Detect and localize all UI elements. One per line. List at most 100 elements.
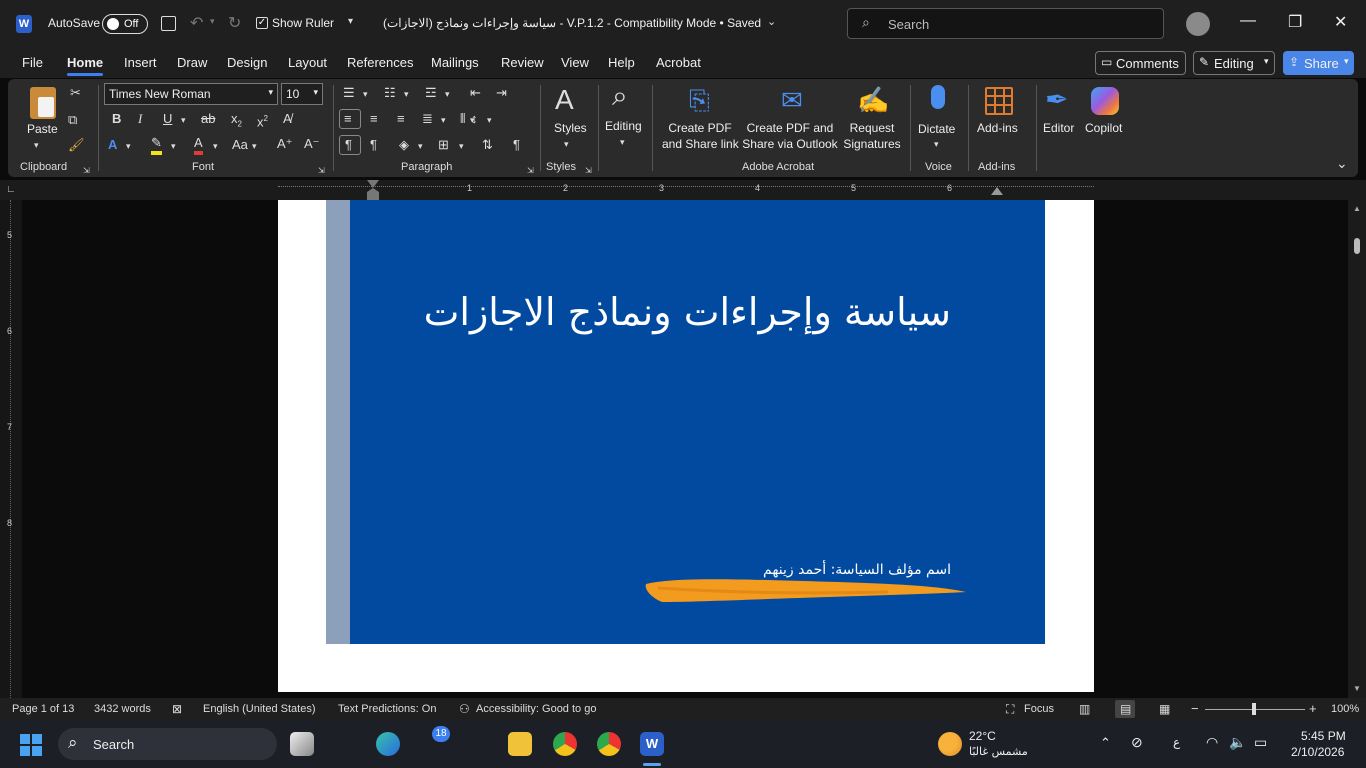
vertical-scrollbar[interactable]: ▲ ▼ [1348,200,1366,698]
chrome-icon[interactable] [553,732,577,756]
collapse-ribbon-icon[interactable]: ⌄ [1336,155,1348,171]
create-pdf-label-1[interactable]: Create PDF [662,120,738,136]
tab-references[interactable]: References [347,55,413,70]
clock-date[interactable]: 2/10/2026 [1291,745,1344,759]
editing-mode-button[interactable]: ✎ Editing ▾ [1193,51,1275,75]
microphone-icon[interactable] [931,85,945,109]
rtl-icon[interactable]: ¶ [370,137,377,153]
show-marks-icon[interactable]: ¶ [513,137,520,153]
bullets-dropdown-icon[interactable]: ▾ [363,86,368,102]
indent-marker-icon[interactable] [367,180,379,200]
language-status[interactable]: English (United States) [203,703,316,715]
underline-dropdown-icon[interactable]: ▾ [181,112,186,128]
undo-dropdown-icon[interactable]: ▾ [210,16,215,27]
share-button[interactable]: ⇪ Share ▾ [1283,51,1354,75]
signatures-label-2[interactable]: Signatures [842,136,902,152]
word-count[interactable]: 3432 words [94,703,151,715]
add-ins-label[interactable]: Add-ins [977,120,1018,136]
signatures-label-1[interactable]: Request [842,120,902,136]
cut-icon[interactable]: ✂ [70,85,81,101]
italic-icon[interactable]: I [138,111,142,127]
tab-insert[interactable]: Insert [124,55,157,70]
font-color-dropdown-icon[interactable]: ▾ [213,138,218,154]
dictate-label[interactable]: Dictate [918,121,955,137]
change-case-icon[interactable]: Aa [232,137,248,153]
paste-icon[interactable] [30,87,56,119]
search-box[interactable]: ⌕ Search [847,8,1164,39]
clear-formatting-icon[interactable]: A̸ [283,111,292,127]
zoom-level[interactable]: 100% [1331,703,1359,715]
zoom-slider-thumb[interactable] [1252,703,1256,715]
bullets-icon[interactable]: ☰ [343,85,355,101]
font-color-icon[interactable]: A [194,135,203,155]
shading-dropdown-icon[interactable]: ▾ [418,138,423,154]
copilot-icon[interactable] [1091,87,1119,115]
right-indent-marker-icon[interactable] [991,187,1003,195]
copy-icon[interactable]: ⧉ [68,112,77,128]
font-size-select[interactable]: 10 ▾ [281,83,323,105]
zoom-out-icon[interactable]: − [1191,701,1199,716]
share-outlook-icon[interactable]: ✉ [781,85,803,115]
styles-icon[interactable]: A [555,85,574,115]
accessibility-status[interactable]: Accessibility: Good to go [476,703,596,715]
create-pdf-label-2[interactable]: and Share link [662,136,739,152]
outlook-label-2[interactable]: Share via Outlook [742,136,838,152]
styles-button-label[interactable]: Styles [554,120,587,136]
tab-view[interactable]: View [561,55,589,70]
text-predictions-status[interactable]: Text Predictions: On [338,703,436,715]
notification-badge[interactable]: 18 [432,726,450,742]
undo-icon[interactable]: ↶ [190,13,203,33]
scroll-up-icon[interactable]: ▲ [1353,204,1361,213]
request-signatures-icon[interactable]: ✍ [857,85,889,115]
web-layout-icon[interactable]: ▦ [1159,702,1170,716]
outlook-label-1[interactable]: Create PDF and [742,120,838,136]
editing-dropdown-icon[interactable]: ▾ [620,134,625,150]
scroll-down-icon[interactable]: ▼ [1353,684,1361,693]
document-title[interactable]: (الاجازات) سياسة وإجراءات ونماذج - V.P.1… [383,16,761,30]
grow-font-icon[interactable]: A⁺ [277,136,293,152]
zoom-in-icon[interactable]: + [1309,701,1317,716]
numbering-icon[interactable]: ☷ [384,85,396,101]
justify-dropdown-icon[interactable]: ▾ [441,112,446,128]
dictate-dropdown-icon[interactable]: ▾ [934,136,939,152]
borders-icon[interactable]: ⊞ [438,137,449,153]
editor-label[interactable]: Editor [1043,120,1074,136]
weather-desc[interactable]: مشمس غالبًا [969,745,1028,758]
columns-icon[interactable]: ⫴ [460,111,465,127]
redo-icon[interactable]: ↻ [228,13,241,33]
customize-toolbar-icon[interactable]: ▾ [348,16,353,27]
proofing-icon[interactable]: ⊠ [172,702,182,716]
battery-icon[interactable]: ▭ [1254,734,1267,751]
maximize-icon[interactable]: ❐ [1288,12,1302,32]
create-pdf-icon[interactable]: ⎘ [689,85,710,115]
chrome-profile-icon[interactable] [597,732,621,756]
borders-dropdown-icon[interactable]: ▾ [459,138,464,154]
tab-mailings[interactable]: Mailings [431,55,479,70]
dialog-launcher-icon[interactable]: ⇲ [585,163,592,179]
decrease-indent-icon[interactable]: ⇤ [470,85,481,101]
tab-design[interactable]: Design [227,55,267,70]
focus-button[interactable]: Focus [1024,703,1054,715]
volume-icon[interactable]: 🔈 [1229,734,1246,751]
justify-icon[interactable]: ≣ [422,111,433,127]
weather-temp[interactable]: 22°C [969,729,996,743]
print-layout-icon[interactable]: ▤ [1115,700,1135,718]
change-case-dropdown-icon[interactable]: ▾ [252,138,257,154]
find-icon[interactable]: ⌕ [612,81,628,111]
sort-icon[interactable]: ⇅ [482,137,493,153]
network-off-icon[interactable]: ⊘ [1131,734,1143,751]
align-right-icon[interactable]: ≡ [397,111,405,127]
cover-title[interactable]: سياسة وإجراءات ونماذج الاجازات [424,290,951,334]
shrink-font-icon[interactable]: A⁻ [304,136,320,152]
page-count[interactable]: Page 1 of 13 [12,703,74,715]
comments-button[interactable]: ▭ Comments [1095,51,1186,75]
word-taskbar-icon[interactable]: W [640,732,664,756]
close-icon[interactable]: ✕ [1334,12,1347,32]
editor-icon[interactable]: ✒ [1045,85,1068,115]
multilevel-list-icon[interactable]: ☲ [425,85,437,101]
shading-icon[interactable]: ◈ [399,137,409,153]
multilevel-dropdown-icon[interactable]: ▾ [445,86,450,102]
tab-draw[interactable]: Draw [177,55,207,70]
tab-review[interactable]: Review [501,55,544,70]
ltr-icon[interactable]: ¶ [339,135,361,155]
